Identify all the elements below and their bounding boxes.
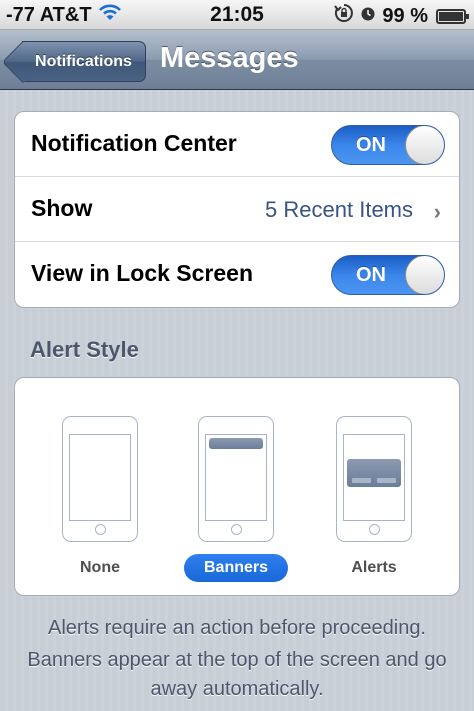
banner-preview	[209, 438, 263, 449]
battery-icon	[436, 8, 469, 24]
phone-icon-alerts	[336, 416, 412, 542]
style-label-alerts: Alerts	[351, 559, 397, 576]
alert-style-none[interactable]: None	[45, 416, 155, 582]
alert-style-alerts[interactable]: Alerts	[319, 416, 429, 582]
home-button-icon	[231, 524, 242, 535]
settings-group: Notification Center ON Show 5 Recent Ite…	[14, 111, 460, 308]
back-button[interactable]: Notifications	[22, 41, 146, 82]
phone-screen	[205, 434, 267, 521]
alarm-icon	[360, 5, 376, 28]
lock-screen-toggle[interactable]: ON	[331, 255, 445, 295]
footer-alerts-note: Alerts require an action before proceedi…	[47, 617, 426, 639]
battery-level	[439, 11, 463, 21]
notification-center-label: Notification Center	[31, 130, 237, 156]
battery-percent: 99 %	[382, 4, 428, 27]
phone-screen	[343, 434, 405, 521]
show-label: Show	[31, 195, 93, 221]
alert-style-header: Alert Style	[30, 337, 139, 362]
phone-icon-banners	[198, 416, 274, 542]
rotation-lock-icon	[334, 3, 354, 29]
alert-preview	[347, 459, 401, 487]
lock-screen-label: View in Lock Screen	[31, 260, 254, 286]
home-button-icon	[95, 524, 106, 535]
navigation-bar: Notifications Messages	[0, 30, 474, 90]
phone-icon-none	[62, 416, 138, 542]
home-button-icon	[369, 524, 380, 535]
toggle-knob	[405, 256, 444, 294]
status-bar: -77 AT&T 21:05 99 %	[0, 0, 474, 30]
phone-screen	[69, 434, 131, 521]
show-value: 5 Recent Items	[265, 197, 413, 222]
chevron-right-icon: ›	[433, 199, 441, 224]
status-right: 99 %	[334, 3, 469, 29]
page-title: Messages	[160, 42, 299, 74]
toggle-on-text: ON	[356, 264, 386, 286]
row-lock-screen: View in Lock Screen ON	[15, 242, 459, 307]
style-label-banners: Banners	[184, 554, 288, 582]
toggle-knob	[405, 126, 444, 164]
style-label-none: None	[80, 559, 120, 576]
row-show[interactable]: Show 5 Recent Items ›	[15, 177, 459, 242]
notification-center-toggle[interactable]: ON	[331, 125, 445, 165]
back-button-label: Notifications	[35, 52, 132, 70]
footer-banners-note: Banners appear at the top of the screen …	[27, 649, 447, 700]
row-notification-center: Notification Center ON	[15, 112, 459, 177]
toggle-on-text: ON	[356, 134, 386, 156]
alert-style-banners[interactable]: Banners	[181, 416, 291, 582]
alert-style-group: None Banners Alerts	[14, 377, 460, 596]
